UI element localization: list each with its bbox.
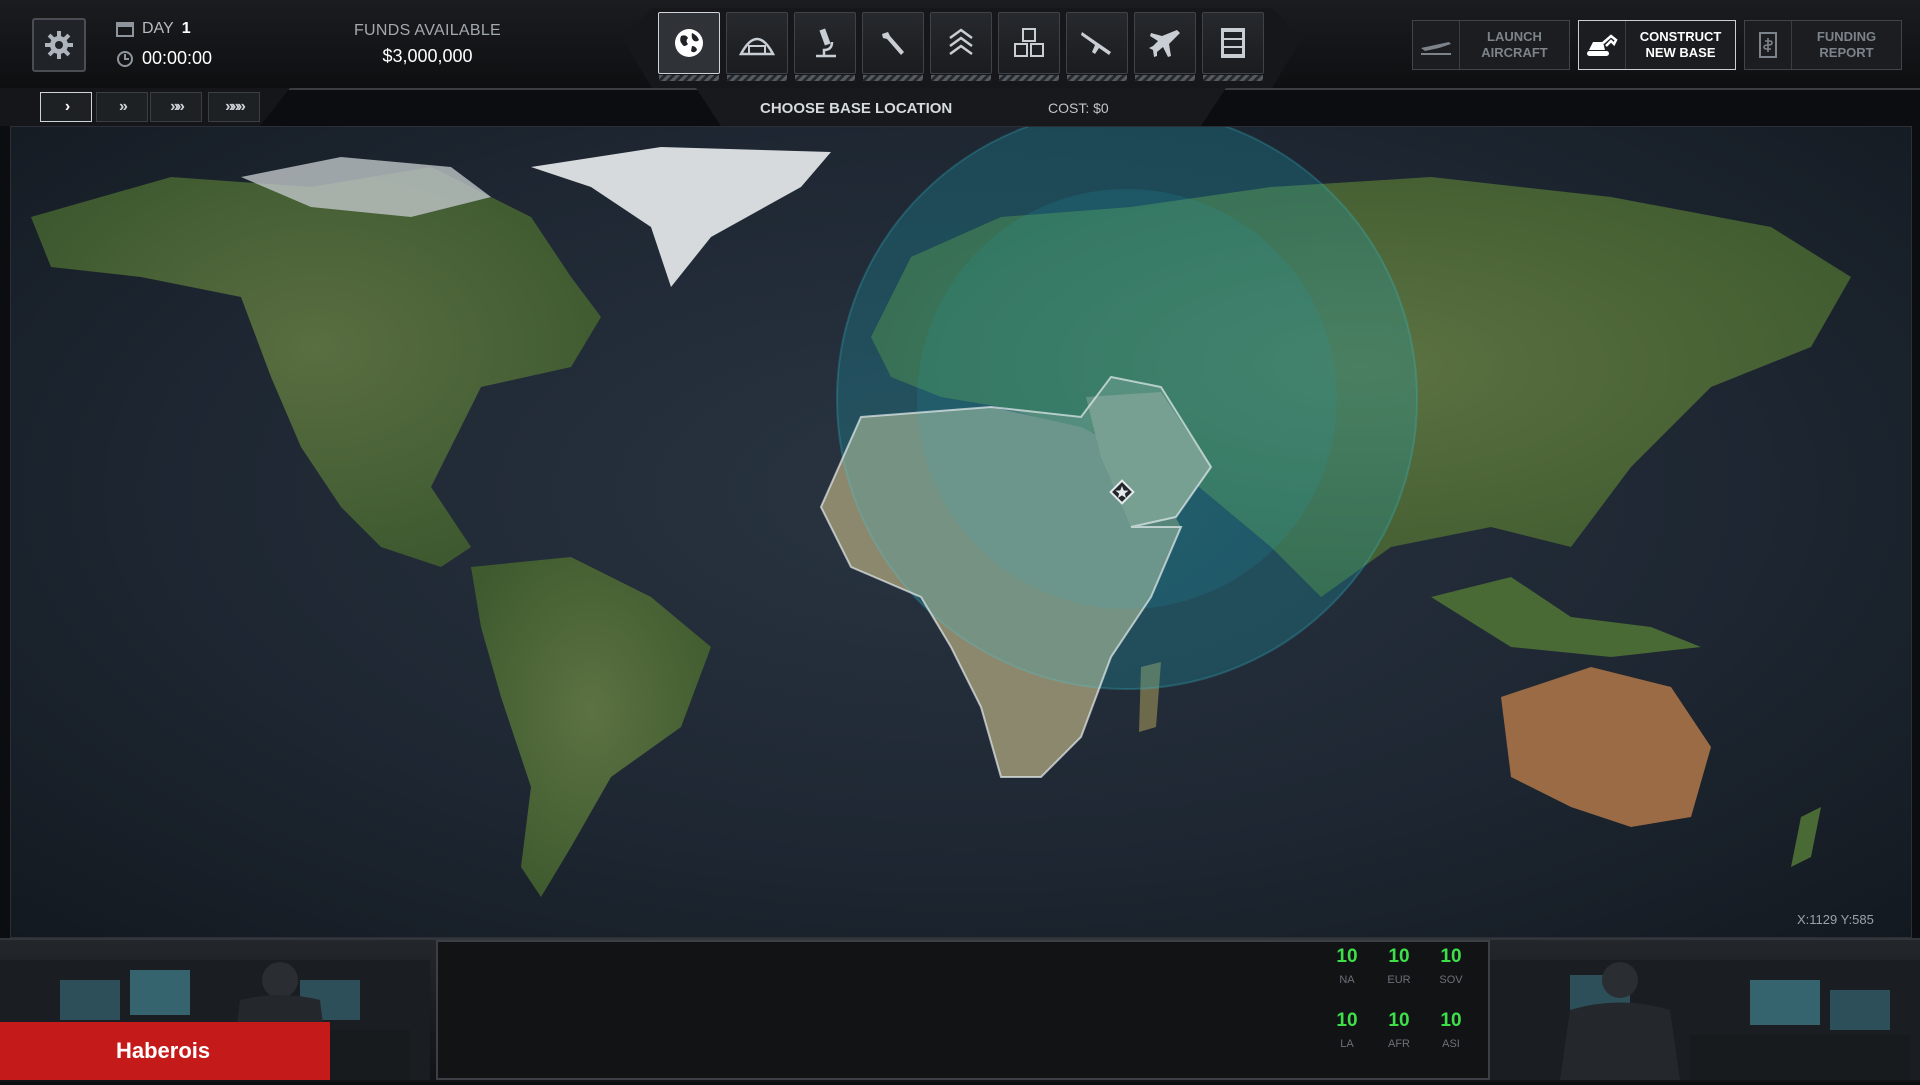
region-stat-code: LA bbox=[1340, 1038, 1354, 1050]
storage-crates-icon bbox=[1014, 28, 1044, 57]
tab-archive-cabinet[interactable] bbox=[1202, 12, 1264, 81]
speed-button-4[interactable]: »»» bbox=[208, 92, 260, 122]
player-name: Haberois bbox=[116, 1038, 211, 1063]
region-stat-value: 10 bbox=[1336, 1010, 1358, 1031]
region-stat-eur: 10 EUR bbox=[1374, 946, 1424, 986]
region-stat-afr: 10 AFR bbox=[1374, 1010, 1424, 1050]
launch-aircraft-button[interactable]: LAUNCH AIRCRAFT bbox=[1412, 20, 1570, 70]
region-stat-la: 10 LA bbox=[1322, 1010, 1372, 1050]
region-panic-stats: 10 NA 10 EUR 10 SOV 10 LA 10 AFR 10 ASI bbox=[1322, 946, 1478, 1070]
tab-hangar[interactable] bbox=[726, 12, 788, 81]
region-stat-na: 10 NA bbox=[1322, 946, 1372, 986]
funding-report-button[interactable]: FUNDING REPORT bbox=[1744, 20, 1902, 70]
archive-cabinet-icon bbox=[1221, 28, 1245, 58]
launch-aircraft-label: LAUNCH AIRCRAFT bbox=[1481, 29, 1548, 60]
region-stat-value: 10 bbox=[1440, 1010, 1462, 1031]
jet-icon bbox=[1149, 30, 1180, 57]
tab-jet[interactable] bbox=[1134, 12, 1196, 81]
base-location-marker[interactable] bbox=[1107, 477, 1137, 507]
funds-label: FUNDS AVAILABLE bbox=[353, 22, 502, 39]
region-stat-code: AFR bbox=[1388, 1038, 1410, 1050]
speed-label: » bbox=[119, 98, 128, 115]
excavator-icon bbox=[1579, 21, 1626, 69]
day-label: DAY bbox=[142, 20, 174, 37]
placement-cost: COST: $0 bbox=[1048, 100, 1109, 116]
tab-rank-chevrons[interactable] bbox=[930, 12, 992, 81]
aircraft-launch-icon bbox=[1413, 21, 1460, 69]
construct-new-base-button[interactable]: CONSTRUCT NEW BASE bbox=[1578, 20, 1736, 70]
speed-label: › bbox=[64, 98, 71, 115]
continent-south-america bbox=[471, 557, 711, 897]
region-stat-value: 10 bbox=[1388, 1010, 1410, 1031]
speed-label: »» bbox=[170, 98, 185, 115]
game-clock: 00:00:00 bbox=[116, 48, 212, 69]
wrench-icon bbox=[882, 32, 904, 55]
operator-console-icon bbox=[1560, 962, 1910, 1080]
clock-value: 00:00:00 bbox=[142, 48, 213, 68]
tab-globe[interactable] bbox=[658, 12, 720, 81]
tab-rifle[interactable] bbox=[1066, 12, 1128, 81]
player-name-tag: Haberois bbox=[0, 1022, 330, 1080]
clock-icon bbox=[117, 50, 133, 67]
cursor-coordinates: X:1129 Y:585 bbox=[1797, 912, 1874, 927]
continent-north-america bbox=[31, 167, 601, 567]
region-stat-code: EUR bbox=[1387, 974, 1411, 986]
placement-title: CHOOSE BASE LOCATION bbox=[760, 100, 953, 117]
funding-report-label: FUNDING REPORT bbox=[1816, 29, 1877, 60]
speed-button-2[interactable]: » bbox=[96, 92, 148, 122]
microscope-icon bbox=[816, 28, 836, 58]
hangar-icon bbox=[738, 37, 776, 56]
world-map-graphic bbox=[31, 127, 1851, 897]
region-stat-code: NA bbox=[1339, 974, 1355, 986]
star-diamond-icon bbox=[1109, 479, 1135, 505]
continent-australia bbox=[1501, 667, 1711, 827]
speed-label: »»» bbox=[225, 98, 246, 115]
day-counter: DAY 1 bbox=[116, 20, 191, 38]
settings-button[interactable] bbox=[32, 18, 86, 72]
rifle-icon bbox=[1081, 32, 1111, 55]
region-stat-sov: 10 SOV bbox=[1426, 946, 1476, 986]
globe-icon bbox=[675, 29, 703, 57]
rank-chevrons-icon bbox=[949, 28, 973, 56]
island-new-zealand bbox=[1791, 807, 1821, 867]
right-console-art bbox=[1490, 960, 1920, 1080]
world-map[interactable] bbox=[10, 126, 1912, 938]
islands-southeast-asia bbox=[1431, 577, 1701, 657]
region-stat-value: 10 bbox=[1388, 946, 1410, 967]
speed-button-1[interactable]: › bbox=[40, 92, 92, 122]
day-value: 1 bbox=[181, 20, 191, 37]
gear-icon bbox=[45, 31, 73, 59]
speed-button-3[interactable]: »» bbox=[150, 92, 202, 122]
construct-new-base-label: CONSTRUCT NEW BASE bbox=[1639, 29, 1722, 60]
region-stat-value: 10 bbox=[1440, 946, 1462, 967]
region-stat-code: ASI bbox=[1442, 1038, 1460, 1050]
calendar-icon bbox=[116, 22, 134, 37]
tab-storage-crates[interactable] bbox=[998, 12, 1060, 81]
tab-wrench[interactable] bbox=[862, 12, 924, 81]
region-stat-code: SOV bbox=[1439, 974, 1463, 986]
report-document-icon bbox=[1745, 21, 1792, 69]
funds-value: $3,000,000 bbox=[382, 46, 473, 66]
continent-greenland bbox=[531, 147, 831, 287]
region-stat-value: 10 bbox=[1336, 946, 1358, 967]
tab-microscope[interactable] bbox=[794, 12, 856, 81]
region-stat-asi: 10 ASI bbox=[1426, 1010, 1476, 1050]
